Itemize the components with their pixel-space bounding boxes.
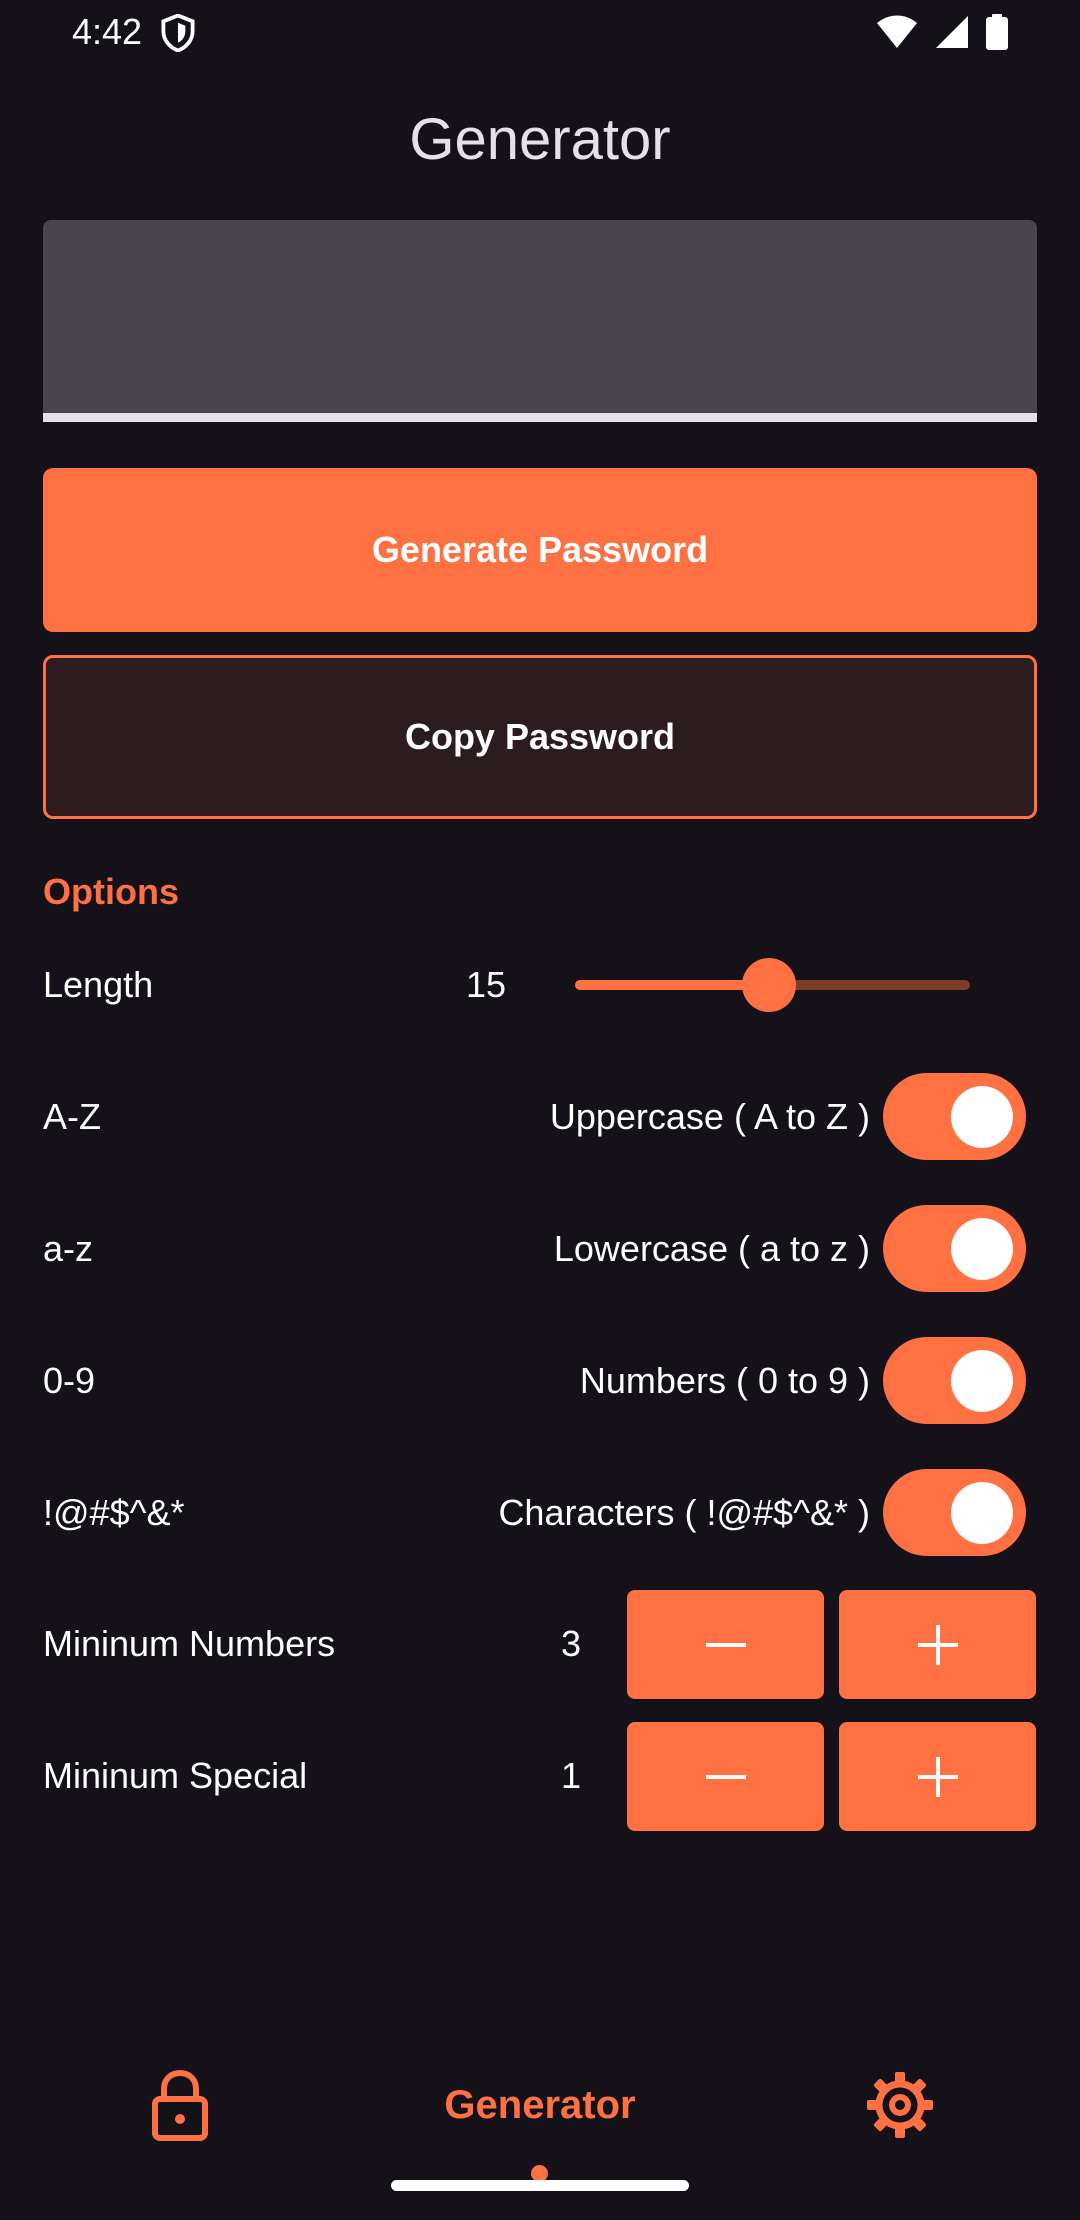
status-icons <box>876 12 1008 52</box>
numbers-toggle[interactable] <box>883 1337 1026 1424</box>
characters-label: !@#$^&* <box>43 1492 185 1533</box>
lock-icon <box>152 2069 208 2141</box>
minus-icon <box>705 1774 746 1779</box>
length-slider[interactable] <box>575 958 970 1012</box>
min-numbers-decrement-button[interactable] <box>627 1590 824 1699</box>
nav-item-generator[interactable]: Generator <box>400 2060 680 2150</box>
min-special-value: 1 <box>560 1755 582 1796</box>
min-numbers-value: 3 <box>560 1623 582 1664</box>
min-numbers-label: Mininum Numbers <box>43 1623 336 1664</box>
min-special-label: Mininum Special <box>43 1755 308 1796</box>
nav-item-vault[interactable] <box>100 2060 260 2150</box>
copy-password-label: Copy Password <box>404 716 676 757</box>
copy-password-button[interactable]: Copy Password <box>43 655 1037 819</box>
uppercase-description: Uppercase ( A to Z ) <box>549 1096 870 1137</box>
battery-icon <box>986 14 1008 50</box>
lowercase-description: Lowercase ( a to z ) <box>553 1228 870 1269</box>
shield-icon <box>161 14 195 52</box>
signal-icon <box>936 16 968 48</box>
lowercase-label: a-z <box>43 1228 94 1269</box>
nav-generator-label: Generator <box>444 2082 636 2127</box>
min-special-decrement-button[interactable] <box>627 1722 824 1831</box>
home-indicator[interactable] <box>391 2180 689 2191</box>
nav-item-settings[interactable] <box>820 2060 980 2150</box>
status-time: 4:42 <box>72 11 143 52</box>
wifi-icon <box>877 15 917 48</box>
uppercase-label: A-Z <box>43 1096 101 1137</box>
characters-toggle[interactable] <box>883 1469 1026 1556</box>
plus-icon <box>917 1756 958 1797</box>
uppercase-toggle[interactable] <box>883 1073 1026 1160</box>
slider-thumb[interactable] <box>741 958 796 1012</box>
generate-password-label: Generate Password <box>371 529 709 570</box>
plus-icon <box>917 1624 958 1665</box>
gear-icon <box>867 2072 933 2138</box>
length-label: Length <box>43 964 154 1005</box>
lowercase-toggle[interactable] <box>883 1205 1026 1292</box>
characters-description: Characters ( !@#$^&* ) <box>498 1492 870 1533</box>
numbers-description: Numbers ( 0 to 9 ) <box>579 1360 870 1401</box>
slider-track-active <box>575 980 769 990</box>
minus-icon <box>705 1642 746 1647</box>
toggle-thumb <box>951 1086 1013 1148</box>
page-title: Generator <box>409 107 671 172</box>
numbers-label: 0-9 <box>43 1360 96 1401</box>
min-special-increment-button[interactable] <box>839 1722 1036 1831</box>
toggle-thumb <box>951 1350 1013 1412</box>
min-numbers-increment-button[interactable] <box>839 1590 1036 1699</box>
toggle-thumb <box>951 1482 1013 1544</box>
password-field[interactable] <box>43 220 1037 422</box>
length-value: 15 <box>465 964 507 1005</box>
toggle-thumb <box>951 1218 1013 1280</box>
options-heading: Options <box>43 871 179 912</box>
generate-password-button[interactable]: Generate Password <box>43 468 1037 632</box>
